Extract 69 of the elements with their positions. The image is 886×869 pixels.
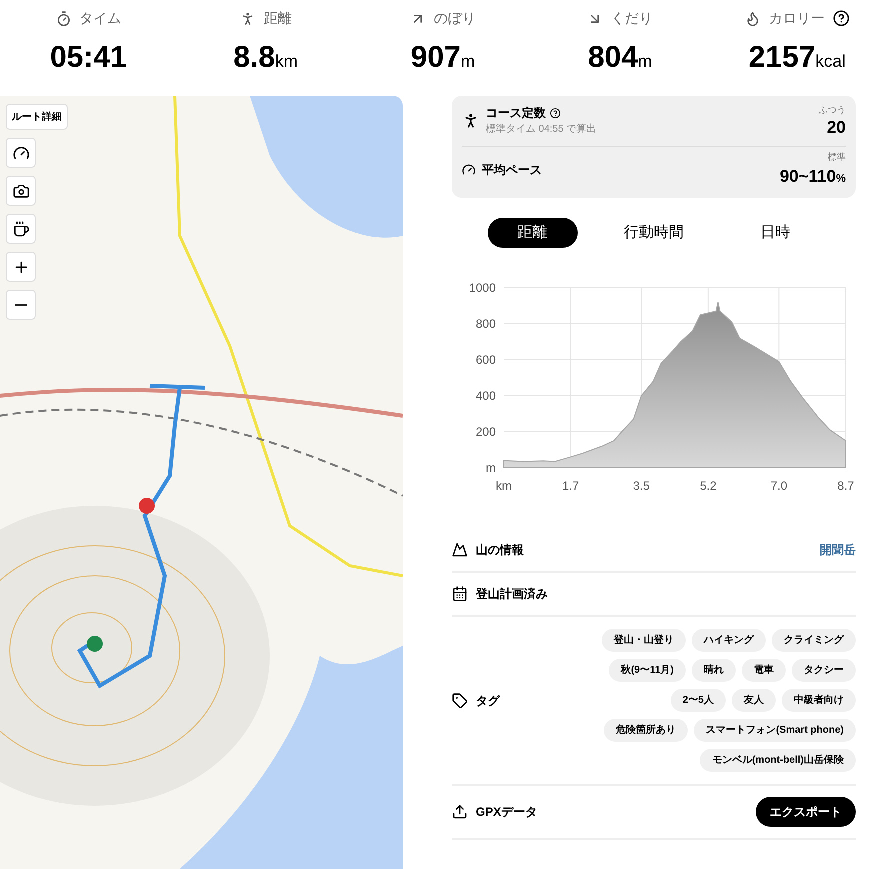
- plan-label: 登山計画済み: [476, 586, 548, 603]
- camera-icon: [12, 182, 30, 200]
- flame-icon: [744, 10, 761, 26]
- tab[interactable]: 行動時間: [608, 218, 699, 248]
- tag-chip[interactable]: 友人: [732, 689, 776, 712]
- axis-label: 600: [476, 353, 496, 367]
- course-constant-title: コース定数: [486, 105, 546, 122]
- tag-chip[interactable]: モンベル(mont-bell)山岳保険: [700, 749, 856, 772]
- grade-label: 標準: [828, 150, 846, 164]
- help-icon[interactable]: [550, 108, 561, 118]
- stat-value: 8.8km: [234, 40, 298, 76]
- axis-label: 3.5: [633, 479, 650, 493]
- mountain-icon: [452, 542, 468, 558]
- average-pace-title: 平均ペース: [482, 162, 543, 180]
- route-detail-button[interactable]: ルート詳細: [6, 104, 68, 130]
- axis-label: 800: [476, 317, 496, 331]
- stat-label: カロリー: [768, 9, 825, 28]
- axis-label: 400: [476, 389, 496, 403]
- mug-button[interactable]: [6, 214, 36, 244]
- stat-label: 距離: [264, 9, 292, 28]
- tag-chip[interactable]: ハイキング: [692, 629, 766, 652]
- axis-label: km: [496, 479, 512, 493]
- export-button[interactable]: エクスポート: [756, 797, 856, 827]
- tag-chip[interactable]: 2〜5人: [670, 689, 726, 712]
- stat-label: くだり: [611, 9, 654, 28]
- tag-chip[interactable]: スマートフォン(Smart phone): [694, 719, 856, 742]
- tab[interactable]: 日時: [730, 218, 820, 248]
- axis-label: m: [486, 461, 496, 475]
- tag-chip[interactable]: 秋(9〜11月): [609, 659, 686, 682]
- tag-chip[interactable]: タクシー: [792, 659, 856, 682]
- tag-chip[interactable]: 中級者向け: [782, 689, 856, 712]
- stat-value: 907m: [410, 40, 476, 76]
- calendar-icon: [452, 586, 468, 602]
- mountain-info-label: 山の情報: [476, 542, 525, 559]
- axis-label: 8.7: [838, 479, 854, 493]
- axis-label: 1.7: [562, 479, 580, 493]
- speedometer-icon: [462, 163, 476, 178]
- gpx-label: GPXデータ: [476, 804, 538, 821]
- camera-button[interactable]: [6, 176, 36, 206]
- help-icon[interactable]: [832, 10, 850, 27]
- mug-icon: [12, 220, 30, 238]
- tab[interactable]: 距離: [488, 218, 578, 248]
- tag-chip[interactable]: 登山・山登り: [602, 629, 686, 652]
- course-constant-value: 20: [827, 118, 846, 138]
- axis-label: 5.2: [700, 479, 717, 493]
- axis-label: 7.0: [770, 479, 788, 493]
- tags-label: タグ: [476, 692, 502, 710]
- mountain-link[interactable]: 開聞岳: [820, 541, 856, 559]
- average-pace-value: 90~110%: [780, 166, 846, 188]
- upload-icon: [452, 804, 468, 820]
- zoom-out-button[interactable]: [6, 290, 36, 320]
- tag-chip[interactable]: 危険箇所あり: [604, 719, 688, 742]
- stat-label: のぼり: [434, 9, 476, 28]
- timer-icon: [56, 10, 72, 26]
- speedometer-button[interactable]: [6, 138, 36, 168]
- axis-label: 200: [476, 425, 496, 439]
- course-constant-subtitle: 標準タイム 04:55 で算出: [486, 122, 598, 137]
- tag-chip[interactable]: クライミング: [772, 629, 856, 652]
- zoom-in-button[interactable]: [6, 252, 36, 282]
- stat-value: 804m: [588, 40, 652, 76]
- grade-label: ふつう: [819, 104, 846, 117]
- stat-value: 05:41: [50, 40, 127, 76]
- axis-label: 1000: [469, 281, 496, 295]
- tag-chip[interactable]: 晴れ: [692, 659, 736, 682]
- tag-icon: [452, 692, 468, 708]
- speedometer-icon: [12, 144, 30, 162]
- stat-label: タイム: [80, 9, 122, 28]
- tag-chip[interactable]: 電車: [742, 659, 786, 682]
- stat-value: 2157kcal: [748, 40, 846, 76]
